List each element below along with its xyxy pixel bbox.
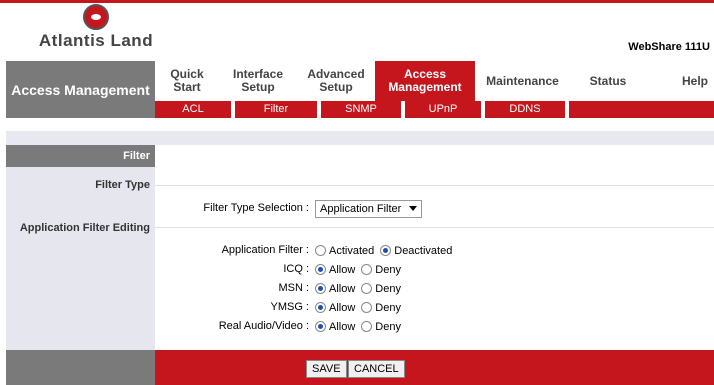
footer-left — [6, 350, 155, 385]
icq-deny-radio[interactable] — [361, 264, 373, 275]
subtab-filter[interactable]: Filter — [235, 101, 317, 118]
logo-text: Atlantis Land — [38, 31, 154, 50]
msn-allow-label: Allow — [329, 282, 356, 295]
real-av-deny-radio[interactable] — [361, 321, 373, 332]
divider — [155, 227, 714, 228]
icq-row: ICQ : Allow Deny — [155, 261, 714, 278]
top-accent-line — [0, 0, 714, 3]
tab-maintenance[interactable]: Maintenance — [475, 61, 570, 101]
left-column — [6, 145, 155, 350]
ymsg-allow-radio[interactable] — [315, 302, 326, 313]
sub-tabs: ACL Filter SNMP UPnP DDNS — [155, 101, 714, 118]
activated-label: Activated — [329, 244, 375, 257]
icq-label: ICQ : — [283, 263, 309, 275]
filter-type-label: Filter Type Selection : — [203, 202, 309, 214]
deactivated-label: Deactivated — [394, 244, 453, 257]
real-av-row: Real Audio/Video : Allow Deny — [155, 318, 714, 335]
filter-heading: Filter — [6, 145, 155, 167]
msn-deny-label: Deny — [375, 282, 401, 295]
ymsg-label: YMSG : — [270, 301, 309, 313]
app-filter-row: Application Filter : Activated Deactivat… — [155, 242, 714, 259]
model-name: WebShare 111U — [628, 41, 710, 53]
msn-deny-radio[interactable] — [361, 283, 373, 294]
real-av-allow-radio[interactable] — [315, 321, 326, 332]
subtab-divider — [565, 101, 569, 118]
subtab-upnp[interactable]: UPnP — [405, 101, 481, 118]
section-title: Access Management — [6, 61, 155, 118]
divider — [155, 185, 714, 186]
icq-deny-label: Deny — [375, 263, 401, 276]
tab-advanced-setup[interactable]: Advanced Setup — [297, 61, 375, 101]
real-av-deny-label: Deny — [375, 320, 401, 333]
logo-mark-icon — [83, 4, 109, 30]
msn-row: MSN : Allow Deny — [155, 280, 714, 297]
ymsg-deny-label: Deny — [375, 301, 401, 314]
tab-status[interactable]: Status — [570, 61, 646, 101]
cancel-button[interactable]: CANCEL — [348, 360, 405, 378]
subtab-snmp[interactable]: SNMP — [321, 101, 401, 118]
spacer-band — [6, 131, 714, 145]
tab-help[interactable]: Help — [646, 61, 714, 101]
main-tabs: Quick Start Interface Setup Advanced Set… — [155, 61, 714, 101]
msn-allow-radio[interactable] — [315, 283, 326, 294]
real-av-allow-label: Allow — [329, 320, 356, 333]
tab-access-management[interactable]: Access Management — [375, 61, 475, 101]
subtab-ddns[interactable]: DDNS — [485, 101, 565, 118]
activated-radio[interactable] — [315, 245, 326, 256]
subtab-acl[interactable]: ACL — [155, 101, 231, 118]
app-filter-editing-heading: Application Filter Editing — [19, 222, 150, 234]
real-av-label: Real Audio/Video : — [218, 320, 309, 332]
msn-label: MSN : — [278, 282, 309, 294]
footer-bar: SAVE CANCEL — [155, 350, 714, 385]
brand-logo: Atlantis Land — [36, 4, 156, 56]
ymsg-row: YMSG : Allow Deny — [155, 299, 714, 316]
ymsg-allow-label: Allow — [329, 301, 356, 314]
icq-allow-radio[interactable] — [315, 264, 326, 275]
filter-type-row: Filter Type Selection : Application Filt… — [155, 199, 714, 218]
ymsg-deny-radio[interactable] — [361, 302, 373, 313]
filter-type-select[interactable]: Application Filter — [315, 199, 423, 218]
tab-interface-setup[interactable]: Interface Setup — [219, 61, 297, 101]
filter-type-value: Application Filter — [320, 202, 402, 215]
icq-allow-label: Allow — [329, 263, 356, 276]
tab-quick-start[interactable]: Quick Start — [155, 61, 219, 101]
save-button[interactable]: SAVE — [306, 360, 347, 378]
app-filter-label: Application Filter : — [221, 244, 309, 256]
chevron-down-icon — [409, 206, 418, 211]
filter-type-heading: Filter Type — [95, 179, 150, 191]
deactivated-radio[interactable] — [380, 245, 392, 256]
